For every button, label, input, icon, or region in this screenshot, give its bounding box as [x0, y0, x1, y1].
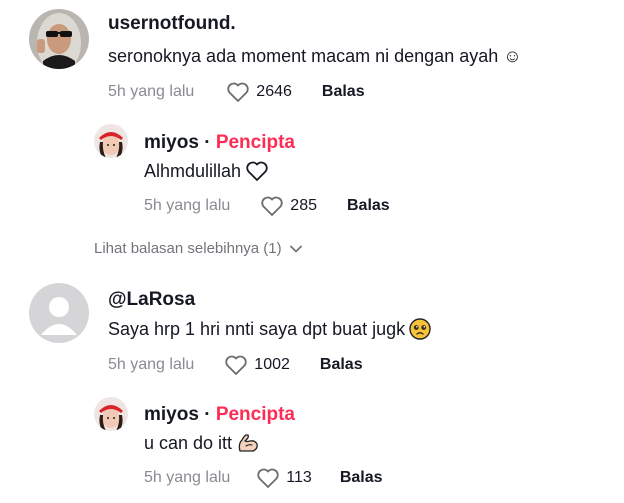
like-count: 285: [290, 197, 317, 214]
like-button[interactable]: 2646: [226, 81, 292, 103]
reply-time: 5h yang lalu: [144, 469, 231, 486]
user-photo-sunglasses-hijab-icon: [29, 9, 89, 69]
reply-button[interactable]: Balas: [320, 356, 363, 374]
user-photo-red-beret-icon: [94, 397, 128, 431]
reply-text-content: Alhmdulillah: [144, 160, 242, 181]
like-count: 1002: [254, 356, 290, 373]
comment-time: 5h yang lalu: [108, 83, 195, 100]
separator-dot: ·: [204, 404, 211, 425]
reply-username-line: miyos · Pencipta: [144, 404, 295, 426]
reply-username[interactable]: miyos: [144, 132, 199, 153]
view-more-replies[interactable]: Lihat balasan selebihnya (1): [94, 240, 302, 257]
comment-meta: 5h yang lalu 1002 Balas: [108, 354, 363, 376]
avatar[interactable]: [29, 9, 89, 69]
creator-badge: Pencipta: [215, 404, 296, 425]
comment-username[interactable]: usernotfound.: [108, 13, 236, 35]
chevron-down-icon: [289, 245, 302, 252]
default-avatar-icon: [29, 283, 89, 343]
like-button[interactable]: 285: [260, 195, 317, 217]
heart-outline-icon: [225, 355, 247, 375]
comment-text: seronoknya ada moment macam ni dengan ay…: [108, 46, 522, 67]
reply-meta: 5h yang lalu 285 Balas: [144, 195, 390, 217]
like-count: 113: [286, 469, 312, 486]
view-more-label: Lihat balasan selebihnya (1): [94, 240, 282, 257]
reply-button[interactable]: Balas: [322, 83, 365, 101]
reply-text: u can do itt: [144, 432, 260, 454]
heart-outline-icon: [227, 82, 249, 102]
avatar[interactable]: [29, 283, 89, 343]
comment-text-content: Saya hrp 1 hri nnti saya dpt buat jugk: [108, 318, 406, 339]
heart-outline-icon: [261, 196, 283, 216]
reply-text-content: u can do itt: [144, 432, 233, 453]
heart-outline-icon: [257, 468, 279, 488]
heart-outline-icon: [246, 161, 268, 181]
comment-username[interactable]: @LaRosa: [108, 289, 195, 311]
comment-text: Saya hrp 1 hri nnti saya dpt buat jugk: [108, 318, 431, 340]
avatar[interactable]: [94, 124, 128, 158]
like-count: 2646: [256, 83, 292, 100]
separator-dot: ·: [204, 132, 211, 153]
comment-time: 5h yang lalu: [108, 356, 195, 373]
reply-username-line: miyos · Pencipta: [144, 132, 295, 154]
flexed-biceps-emoji-icon: [238, 434, 258, 452]
avatar[interactable]: [94, 397, 128, 431]
pleading-face-emoji-icon: [409, 318, 431, 340]
like-button[interactable]: 113: [256, 467, 312, 489]
reply-username[interactable]: miyos: [144, 404, 199, 425]
comment-text-content: seronoknya ada moment macam ni dengan ay…: [108, 46, 522, 66]
reply-text: Alhmdulillah: [144, 160, 269, 182]
comment-meta: 5h yang lalu 2646 Balas: [108, 81, 365, 103]
reply-time: 5h yang lalu: [144, 197, 231, 214]
creator-badge: Pencipta: [215, 132, 296, 153]
reply-button[interactable]: Balas: [347, 197, 390, 215]
user-photo-red-beret-icon: [94, 124, 128, 158]
reply-meta: 5h yang lalu 113 Balas: [144, 467, 383, 489]
like-button[interactable]: 1002: [224, 354, 290, 376]
reply-button[interactable]: Balas: [340, 469, 383, 487]
